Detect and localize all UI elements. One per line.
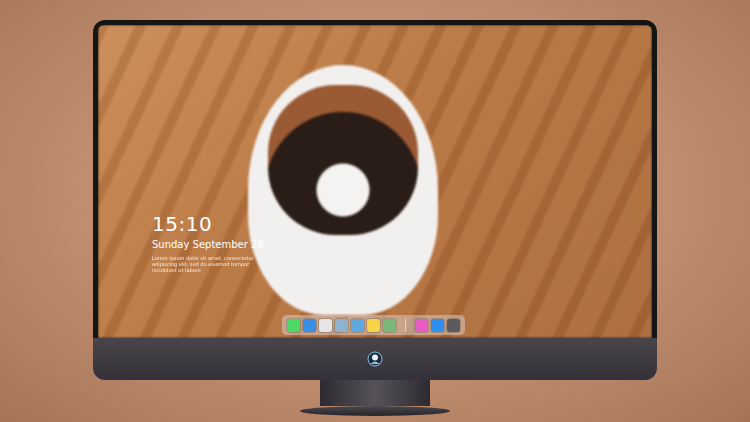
monitor-base xyxy=(300,406,450,416)
dock-separator xyxy=(405,318,406,332)
dock xyxy=(282,315,465,335)
dock-app-icon[interactable] xyxy=(415,319,428,332)
dock-app-icon[interactable] xyxy=(431,319,444,332)
monitor-bezel: 15:10 Sunday September 28 Lorem ipsum dolo… xyxy=(93,20,657,338)
backdrop: 15:10 Sunday September 28 Lorem ipsum dolo… xyxy=(0,0,750,422)
lock-clock: 15:10 Sunday September 28 Lorem ipsum dolo… xyxy=(152,212,272,273)
dock-app-icon[interactable] xyxy=(303,319,316,332)
dock-app-icon[interactable] xyxy=(351,319,364,332)
monitor-chin xyxy=(93,338,657,380)
monitor: 15:10 Sunday September 28 Lorem ipsum dolo… xyxy=(93,20,657,422)
clock-time: 15:10 xyxy=(152,212,272,236)
clock-caption: Lorem ipsum dolor sit amet, consectetur … xyxy=(152,255,272,273)
dock-app-icon[interactable] xyxy=(335,319,348,332)
desktop-screen: 15:10 Sunday September 28 Lorem ipsum dolo… xyxy=(98,25,652,338)
clock-date: Sunday September 28 xyxy=(152,238,272,251)
dock-app-icon[interactable] xyxy=(319,319,332,332)
dock-app-icon[interactable] xyxy=(383,319,396,332)
dog-head xyxy=(268,85,418,235)
dock-app-icon[interactable] xyxy=(287,319,300,332)
dock-app-icon[interactable] xyxy=(367,319,380,332)
emblem-icon xyxy=(367,351,383,367)
monitor-stand xyxy=(320,380,430,406)
dock-app-icon[interactable] xyxy=(447,319,460,332)
wallpaper-photo xyxy=(98,25,652,338)
